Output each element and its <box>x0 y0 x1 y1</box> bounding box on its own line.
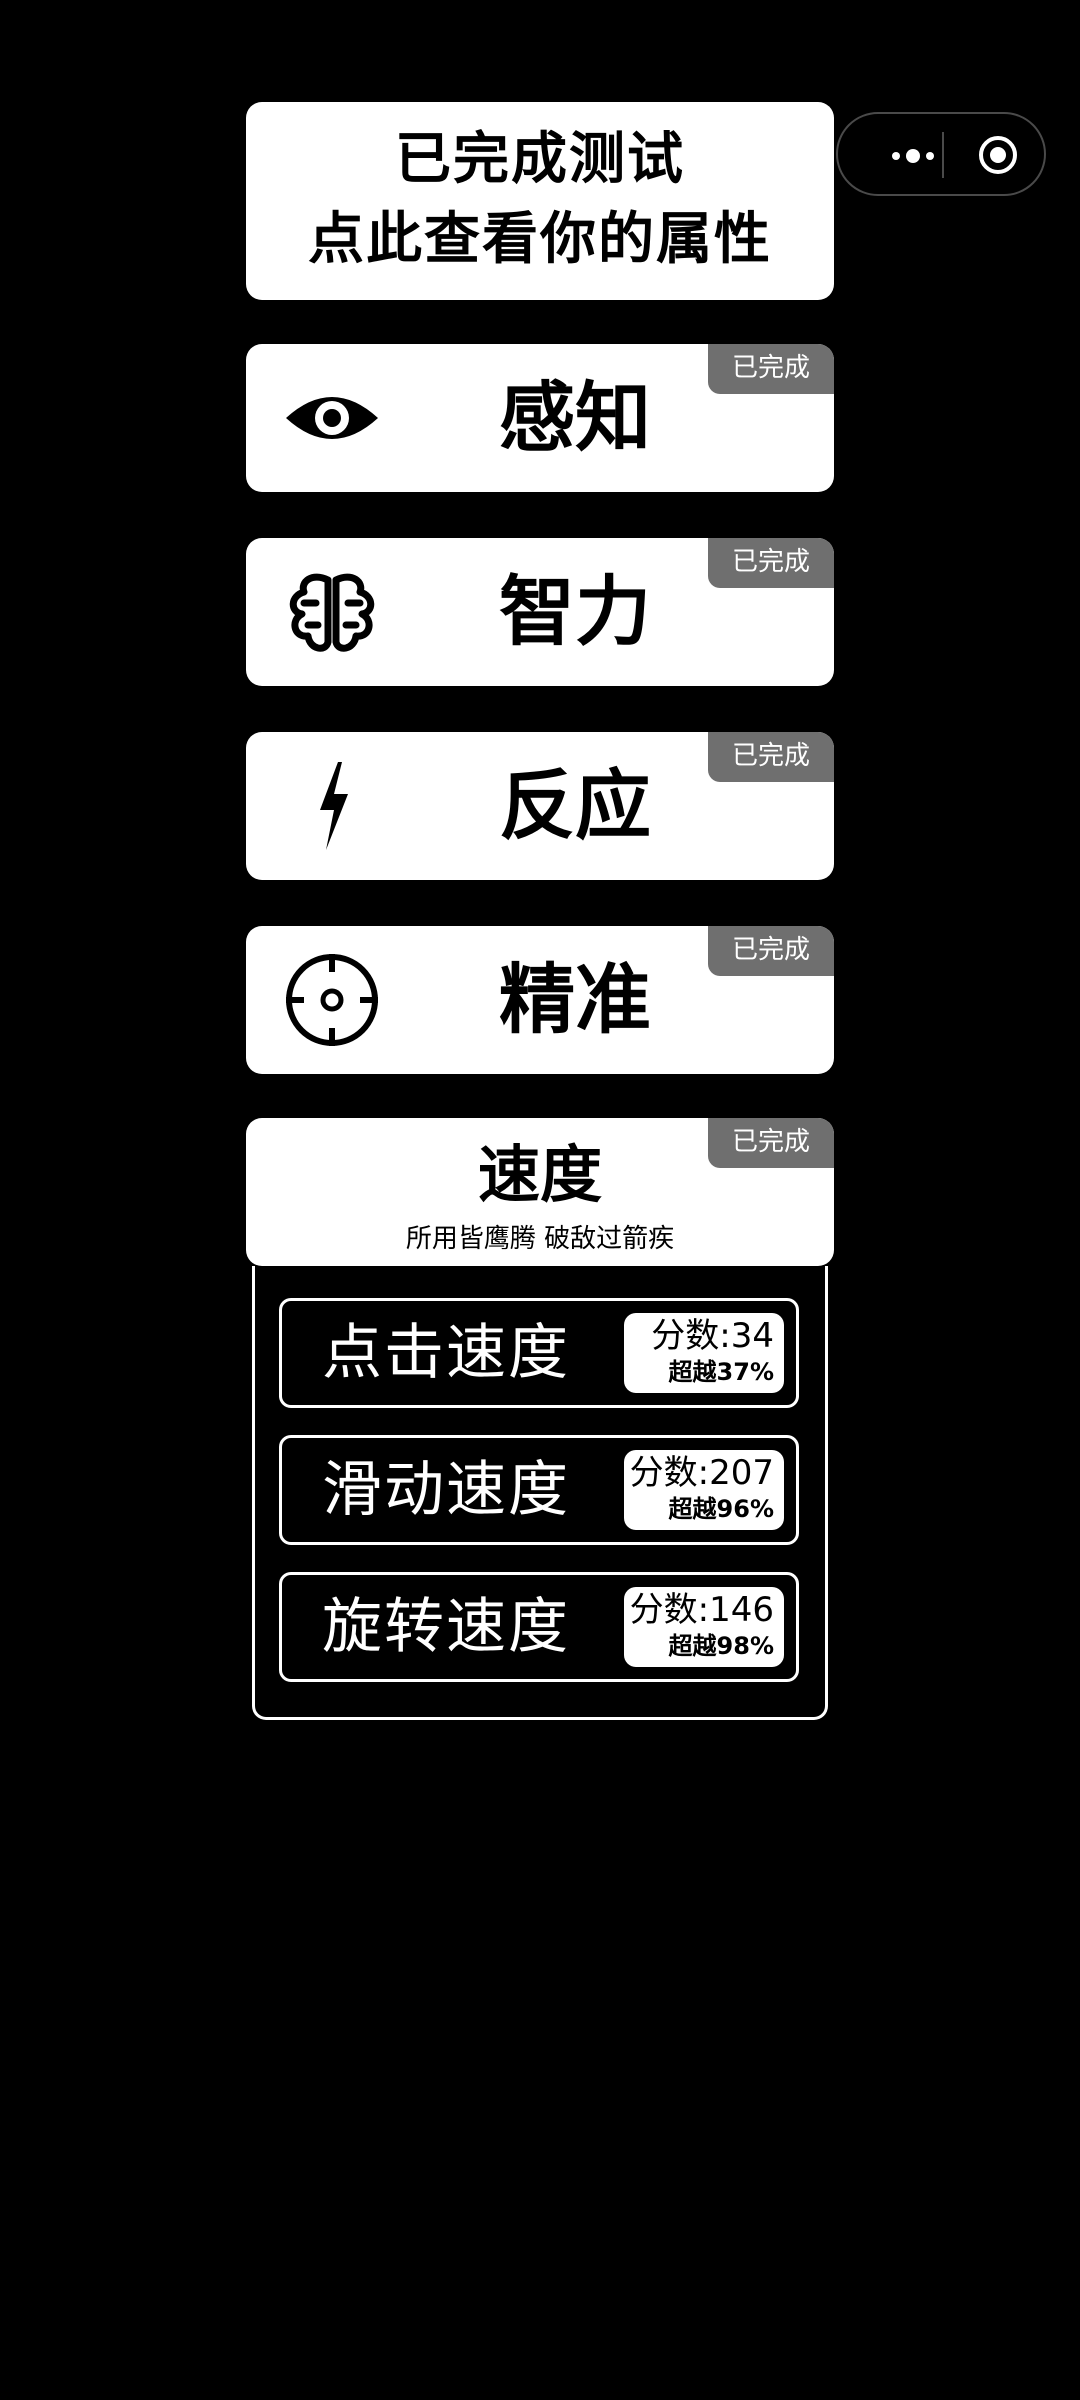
completed-badge: 已完成 <box>708 344 834 394</box>
completed-badge: 已完成 <box>708 732 834 782</box>
view-attributes-banner[interactable]: 已完成测试 点此查看你的属性 <box>246 102 834 300</box>
banner-line-2: 点此查看你的属性 <box>308 207 772 272</box>
test-subtitle: 所用皆鹰腾 破敌过箭疾 <box>405 1224 675 1254</box>
score-value: 分数:34 <box>651 1316 774 1356</box>
beat-percentage: 超越98% <box>668 1632 774 1660</box>
test-card-precision[interactable]: 精准 已完成 <box>246 926 834 1074</box>
score-value: 分数:207 <box>629 1453 774 1493</box>
more-icon[interactable] <box>868 138 958 174</box>
speed-item-rotate[interactable]: 旋转速度 分数:146 超越98% <box>279 1572 799 1682</box>
score-box: 分数:207 超越96% <box>624 1450 784 1530</box>
test-card-intelligence[interactable]: 智力 已完成 <box>246 538 834 686</box>
score-box: 分数:146 超越98% <box>624 1587 784 1667</box>
completed-badge: 已完成 <box>708 926 834 976</box>
target-icon[interactable] <box>978 135 1018 175</box>
capsule-divider <box>942 132 944 178</box>
banner-line-1: 已完成测试 <box>395 127 685 192</box>
speed-item-label: 滑动速度 <box>322 1455 570 1525</box>
score-box: 分数:34 超越37% <box>624 1313 784 1393</box>
test-card-reaction[interactable]: 反应 已完成 <box>246 732 834 880</box>
test-card-perception[interactable]: 感知 已完成 <box>246 344 834 492</box>
speed-item-swipe[interactable]: 滑动速度 分数:207 超越96% <box>279 1435 799 1545</box>
completed-badge: 已完成 <box>708 1118 834 1168</box>
beat-percentage: 超越96% <box>668 1495 774 1523</box>
mini-program-capsule <box>836 112 1046 196</box>
beat-percentage: 超越37% <box>668 1358 774 1386</box>
speed-item-click[interactable]: 点击速度 分数:34 超越37% <box>279 1298 799 1408</box>
test-card-speed[interactable]: 速度 所用皆鹰腾 破敌过箭疾 已完成 <box>246 1118 834 1266</box>
completed-badge: 已完成 <box>708 538 834 588</box>
speed-results-panel: 点击速度 分数:34 超越37% 滑动速度 分数:207 超越96% 旋转速度 … <box>252 1266 828 1720</box>
speed-item-label: 点击速度 <box>322 1318 570 1388</box>
speed-item-label: 旋转速度 <box>322 1592 570 1662</box>
score-value: 分数:146 <box>629 1590 774 1630</box>
